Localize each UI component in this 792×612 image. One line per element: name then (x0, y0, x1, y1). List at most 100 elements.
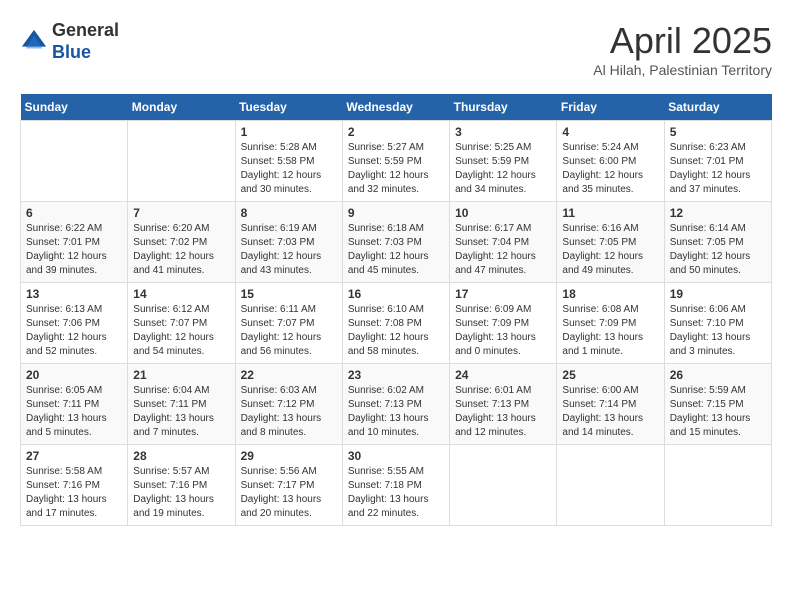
day-info: Sunrise: 6:23 AM Sunset: 7:01 PM Dayligh… (670, 141, 766, 197)
day-info: Sunrise: 6:22 AM Sunset: 7:01 PM Dayligh… (26, 222, 122, 278)
calendar-cell: 25Sunrise: 6:00 AM Sunset: 7:14 PM Dayli… (557, 364, 664, 445)
day-number: 13 (26, 287, 122, 301)
weekday-header-tuesday: Tuesday (235, 94, 342, 121)
logo-blue: Blue (52, 42, 91, 62)
weekday-header-row: SundayMondayTuesdayWednesdayThursdayFrid… (21, 94, 772, 121)
day-number: 25 (562, 368, 658, 382)
calendar-cell (128, 121, 235, 202)
calendar-cell: 2 Sunrise: 5:27 AM Sunset: 5:59 PM Daylig… (342, 121, 449, 202)
day-number: 2 (348, 125, 444, 139)
calendar-cell: 23 Sunrise: 6:02 AM Sunset: 7:13 PM Dayli… (342, 364, 449, 445)
weekday-header-monday: Monday (128, 94, 235, 121)
day-number: 26 (670, 368, 766, 382)
calendar-cell: 8Sunrise: 6:19 AM Sunset: 7:03 PM Daylig… (235, 202, 342, 283)
day-info: Sunrise: 6:02 AM Sunset: 7:13 PM Dayligh… (348, 384, 444, 440)
weekday-header-sunday: Sunday (21, 94, 128, 121)
day-number: 3 (455, 125, 551, 139)
day-number: 28 (133, 449, 229, 463)
day-info: Sunrise: 6:08 AM Sunset: 7:09 PM Dayligh… (562, 303, 658, 359)
calendar-cell: 3 Sunrise: 5:25 AM Sunset: 5:59 PM Daylig… (450, 121, 557, 202)
calendar-cell: 27 Sunrise: 5:58 AM Sunset: 7:16 PM Dayli… (21, 445, 128, 526)
calendar-cell (21, 121, 128, 202)
day-info: Sunrise: 5:27 AM Sunset: 5:59 PM Dayligh… (348, 141, 444, 197)
calendar-cell (557, 445, 664, 526)
calendar-cell: 30Sunrise: 5:55 AM Sunset: 7:18 PM Dayli… (342, 445, 449, 526)
weekday-header-saturday: Saturday (664, 94, 771, 121)
day-info: Sunrise: 6:12 AM Sunset: 7:07 PM Dayligh… (133, 303, 229, 359)
calendar-cell: 28 Sunrise: 5:57 AM Sunset: 7:16 PM Dayli… (128, 445, 235, 526)
day-number: 6 (26, 206, 122, 220)
day-number: 20 (26, 368, 122, 382)
calendar-cell: 24Sunrise: 6:01 AM Sunset: 7:13 PM Dayli… (450, 364, 557, 445)
day-number: 23 (348, 368, 444, 382)
calendar-cell: 7 Sunrise: 6:20 AM Sunset: 7:02 PM Daylig… (128, 202, 235, 283)
logo: General Blue (20, 20, 119, 63)
logo-general: General (52, 20, 119, 40)
day-info: Sunrise: 6:16 AM Sunset: 7:05 PM Dayligh… (562, 222, 658, 278)
day-info: Sunrise: 6:13 AM Sunset: 7:06 PM Dayligh… (26, 303, 122, 359)
day-number: 1 (241, 125, 337, 139)
calendar-cell: 13 Sunrise: 6:13 AM Sunset: 7:06 PM Dayli… (21, 283, 128, 364)
calendar-cell: 10Sunrise: 6:17 AM Sunset: 7:04 PM Dayli… (450, 202, 557, 283)
calendar-cell: 26 Sunrise: 5:59 AM Sunset: 7:15 PM Dayli… (664, 364, 771, 445)
calendar-cell: 18 Sunrise: 6:08 AM Sunset: 7:09 PM Dayli… (557, 283, 664, 364)
day-info: Sunrise: 6:01 AM Sunset: 7:13 PM Dayligh… (455, 384, 551, 440)
calendar-cell: 22Sunrise: 6:03 AM Sunset: 7:12 PM Dayli… (235, 364, 342, 445)
day-number: 12 (670, 206, 766, 220)
calendar-cell: 16 Sunrise: 6:10 AM Sunset: 7:08 PM Dayli… (342, 283, 449, 364)
calendar-cell: 1 Sunrise: 5:28 AM Sunset: 5:58 PM Daylig… (235, 121, 342, 202)
day-number: 8 (241, 206, 337, 220)
weekday-header-friday: Friday (557, 94, 664, 121)
calendar-cell: 29 Sunrise: 5:56 AM Sunset: 7:17 PM Dayli… (235, 445, 342, 526)
weekday-header-wednesday: Wednesday (342, 94, 449, 121)
day-info: Sunrise: 6:11 AM Sunset: 7:07 PM Dayligh… (241, 303, 337, 359)
day-number: 27 (26, 449, 122, 463)
calendar-cell (664, 445, 771, 526)
day-info: Sunrise: 6:14 AM Sunset: 7:05 PM Dayligh… (670, 222, 766, 278)
calendar-cell: 12 Sunrise: 6:14 AM Sunset: 7:05 PM Dayli… (664, 202, 771, 283)
day-info: Sunrise: 6:10 AM Sunset: 7:08 PM Dayligh… (348, 303, 444, 359)
day-info: Sunrise: 6:03 AM Sunset: 7:12 PM Dayligh… (241, 384, 337, 440)
calendar-cell: 5Sunrise: 6:23 AM Sunset: 7:01 PM Daylig… (664, 121, 771, 202)
calendar-cell: 15 Sunrise: 6:11 AM Sunset: 7:07 PM Dayli… (235, 283, 342, 364)
day-info: Sunrise: 5:57 AM Sunset: 7:16 PM Dayligh… (133, 465, 229, 521)
calendar-cell: 11 Sunrise: 6:16 AM Sunset: 7:05 PM Dayli… (557, 202, 664, 283)
day-info: Sunrise: 6:20 AM Sunset: 7:02 PM Dayligh… (133, 222, 229, 278)
day-info: Sunrise: 5:56 AM Sunset: 7:17 PM Dayligh… (241, 465, 337, 521)
calendar-cell: 9Sunrise: 6:18 AM Sunset: 7:03 PM Daylig… (342, 202, 449, 283)
page-header: General Blue April 2025 Al Hilah, Palest… (20, 20, 772, 78)
calendar-cell: 6 Sunrise: 6:22 AM Sunset: 7:01 PM Daylig… (21, 202, 128, 283)
day-number: 16 (348, 287, 444, 301)
calendar-cell: 14Sunrise: 6:12 AM Sunset: 7:07 PM Dayli… (128, 283, 235, 364)
logo-icon (20, 28, 48, 56)
calendar-week-2: 6 Sunrise: 6:22 AM Sunset: 7:01 PM Daylig… (21, 202, 772, 283)
calendar-table: SundayMondayTuesdayWednesdayThursdayFrid… (20, 94, 772, 526)
day-info: Sunrise: 5:55 AM Sunset: 7:18 PM Dayligh… (348, 465, 444, 521)
day-info: Sunrise: 5:59 AM Sunset: 7:15 PM Dayligh… (670, 384, 766, 440)
day-number: 11 (562, 206, 658, 220)
day-number: 7 (133, 206, 229, 220)
day-number: 19 (670, 287, 766, 301)
calendar-cell: 17Sunrise: 6:09 AM Sunset: 7:09 PM Dayli… (450, 283, 557, 364)
day-info: Sunrise: 6:06 AM Sunset: 7:10 PM Dayligh… (670, 303, 766, 359)
calendar-cell (450, 445, 557, 526)
location-subtitle: Al Hilah, Palestinian Territory (593, 62, 772, 78)
day-number: 15 (241, 287, 337, 301)
calendar-cell: 4Sunrise: 5:24 AM Sunset: 6:00 PM Daylig… (557, 121, 664, 202)
calendar-week-5: 27 Sunrise: 5:58 AM Sunset: 7:16 PM Dayli… (21, 445, 772, 526)
calendar-week-4: 20Sunrise: 6:05 AM Sunset: 7:11 PM Dayli… (21, 364, 772, 445)
calendar-cell: 19 Sunrise: 6:06 AM Sunset: 7:10 PM Dayli… (664, 283, 771, 364)
day-info: Sunrise: 6:04 AM Sunset: 7:11 PM Dayligh… (133, 384, 229, 440)
day-info: Sunrise: 5:58 AM Sunset: 7:16 PM Dayligh… (26, 465, 122, 521)
day-number: 18 (562, 287, 658, 301)
day-info: Sunrise: 5:28 AM Sunset: 5:58 PM Dayligh… (241, 141, 337, 197)
day-info: Sunrise: 6:09 AM Sunset: 7:09 PM Dayligh… (455, 303, 551, 359)
day-number: 21 (133, 368, 229, 382)
day-number: 29 (241, 449, 337, 463)
title-area: April 2025 Al Hilah, Palestinian Territo… (593, 20, 772, 78)
day-info: Sunrise: 5:24 AM Sunset: 6:00 PM Dayligh… (562, 141, 658, 197)
weekday-header-thursday: Thursday (450, 94, 557, 121)
day-info: Sunrise: 5:25 AM Sunset: 5:59 PM Dayligh… (455, 141, 551, 197)
day-info: Sunrise: 6:18 AM Sunset: 7:03 PM Dayligh… (348, 222, 444, 278)
calendar-cell: 20Sunrise: 6:05 AM Sunset: 7:11 PM Dayli… (21, 364, 128, 445)
